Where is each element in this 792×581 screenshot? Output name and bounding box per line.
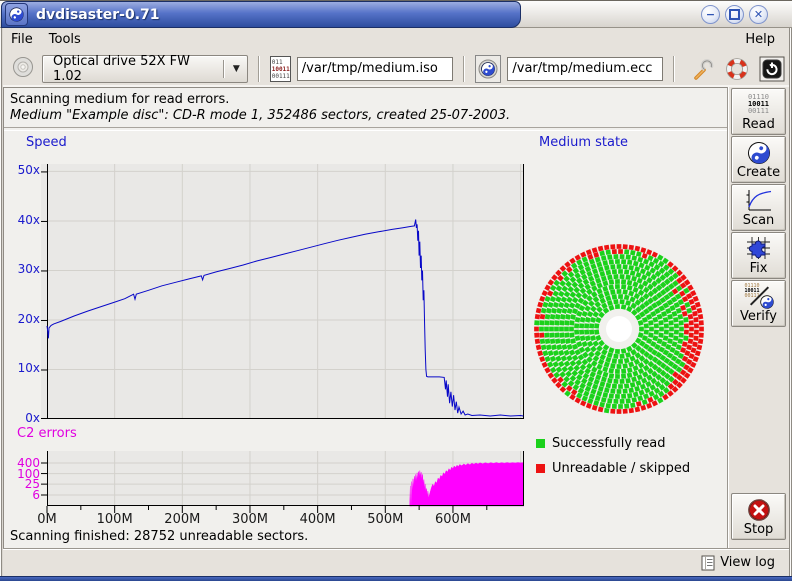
legend-label: Successfully read	[552, 436, 665, 451]
menu-help[interactable]: Help	[737, 30, 783, 49]
titlebar: dvdisaster-0.71 − ✕	[0, 0, 792, 28]
medium-state-disc	[530, 240, 710, 420]
optical-disc-icon	[12, 56, 34, 78]
window-bottom-border	[0, 576, 792, 581]
iso-path-input[interactable]	[297, 57, 453, 81]
maximize-button[interactable]	[725, 5, 744, 24]
verify-button[interactable]: 01110 10011 00111 Verify	[731, 280, 786, 327]
minimize-icon: −	[706, 9, 715, 20]
charts-panel: Scanning medium for read errors. Medium …	[3, 87, 727, 548]
action-sidebar: 01110 10011 00111 Read Create	[727, 87, 789, 548]
ecc-file-icon	[475, 55, 502, 83]
power-icon	[759, 56, 785, 82]
toolbar-separator	[258, 56, 260, 82]
legend-unreadable: Unreadable / skipped	[536, 461, 690, 476]
stop-icon	[747, 498, 771, 522]
drive-select[interactable]: Optical drive 52X FW 1.02 ▼	[42, 55, 248, 83]
c2-errors-title: C2 errors	[17, 426, 77, 441]
ecc-path-input[interactable]	[507, 57, 663, 81]
axis-tick-label: 40x	[6, 213, 40, 227]
view-log-button[interactable]: View log	[695, 554, 781, 572]
statusbar: View log	[3, 548, 789, 576]
scan-result-text: Scanning finished: 28752 unreadable sect…	[10, 529, 308, 544]
menubar: File Tools Help	[3, 28, 789, 51]
axis-tick-label: 20x	[6, 312, 40, 326]
drive-select-value: Optical drive 52X FW 1.02	[53, 54, 213, 84]
iso-file-icon: 011 10011 00111	[270, 56, 291, 82]
medium-state-title: Medium state	[539, 135, 628, 150]
title-tab[interactable]: dvdisaster-0.71	[1, 1, 521, 28]
legend-successfully-read: Successfully read	[536, 436, 665, 451]
log-icon	[701, 555, 715, 571]
lifesaver-icon	[725, 57, 749, 81]
axis-tick-label: 600M	[427, 512, 479, 527]
axis-tick-label: 100M	[89, 512, 141, 527]
app-window: dvdisaster-0.71 − ✕ File Tools Help Opti…	[0, 0, 792, 581]
chevron-down-icon: ▼	[230, 64, 243, 74]
axis-tick-label: 200M	[156, 512, 208, 527]
wrench-icon	[691, 57, 715, 81]
speed-chart	[41, 164, 524, 419]
preferences-button[interactable]	[689, 55, 716, 83]
separator	[4, 127, 727, 131]
stop-button[interactable]: Stop	[731, 493, 786, 540]
close-icon: ✕	[754, 9, 763, 20]
speed-chart-title: Speed	[26, 135, 67, 150]
axis-tick-label: 500M	[359, 512, 411, 527]
scan-graph-icon	[745, 189, 772, 213]
red-swatch-icon	[536, 464, 545, 473]
legend-label: Unreadable / skipped	[552, 461, 690, 476]
toolbar-separator	[673, 56, 675, 82]
c2-errors-chart	[41, 451, 524, 515]
maximize-icon	[729, 9, 740, 20]
scan-button[interactable]: Scan	[731, 184, 786, 231]
window-title: dvdisaster-0.71	[36, 7, 160, 23]
minimize-button[interactable]: −	[701, 5, 720, 24]
axis-tick-label: 0M	[21, 512, 73, 527]
fix-button[interactable]: Fix	[731, 232, 786, 279]
toolbar-separator	[463, 56, 465, 82]
read-button[interactable]: 01110 10011 00111 Read	[731, 88, 786, 135]
combo-separator	[223, 60, 225, 78]
quit-button[interactable]	[758, 55, 785, 83]
axis-tick-label: 300M	[224, 512, 276, 527]
verify-icon: 01110 10011 00111	[744, 283, 774, 309]
binary-read-icon: 01110 10011 00111	[748, 94, 769, 115]
view-log-label: View log	[720, 555, 775, 570]
status-line1: Scanning medium for read errors.	[10, 92, 229, 107]
axis-tick-label: 50x	[6, 163, 40, 177]
puzzle-piece-icon	[745, 235, 772, 261]
drive-disc-button[interactable]	[10, 54, 36, 83]
axis-tick-label: 0x	[6, 411, 40, 425]
green-swatch-icon	[536, 439, 545, 448]
create-button[interactable]: Create	[731, 136, 786, 183]
axis-tick-label: 6	[6, 488, 40, 502]
toolbar: Optical drive 52X FW 1.02 ▼ 011 10011 00…	[3, 50, 789, 88]
help-button[interactable]	[724, 55, 751, 83]
menu-tools[interactable]: Tools	[41, 30, 89, 49]
yin-yang-icon	[747, 141, 771, 165]
axis-tick-label: 30x	[6, 262, 40, 276]
app-logo-icon	[5, 3, 28, 26]
close-button[interactable]: ✕	[749, 5, 768, 24]
axis-tick-label: 400M	[292, 512, 344, 527]
window-controls: − ✕	[701, 5, 768, 24]
status-line2: Medium "Example disc": CD-R mode 1, 3524…	[10, 108, 510, 123]
menu-file[interactable]: File	[3, 30, 41, 49]
axis-tick-label: 10x	[6, 361, 40, 375]
